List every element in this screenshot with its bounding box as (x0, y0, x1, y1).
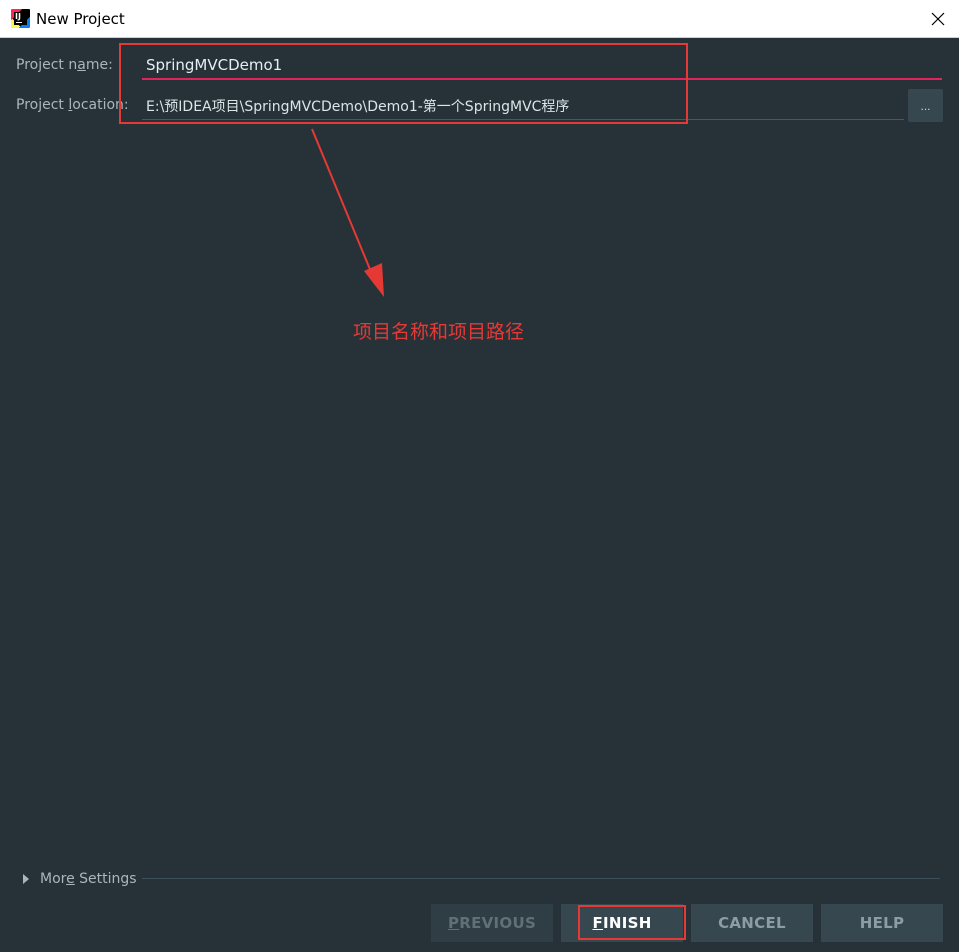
project-location-input[interactable]: E:\预IDEA项目\SpringMVCDemo\Demo1-第一个Spring… (142, 92, 904, 120)
previous-button[interactable]: P REVIOUS (431, 904, 553, 942)
cancel-button[interactable]: CANCEL (691, 904, 813, 942)
title-bar: IJ New Project (0, 0, 959, 38)
project-name-value: SpringMVCDemo1 (146, 56, 283, 74)
project-location-value: E:\预IDEA项目\SpringMVCDemo\Demo1-第一个Spring… (146, 99, 570, 115)
project-location-label: Project location: (16, 97, 129, 113)
browse-button[interactable]: ... (908, 89, 943, 122)
project-name-input[interactable]: SpringMVCDemo1 (142, 52, 942, 80)
close-icon (931, 12, 945, 26)
more-settings-label: More Settings (40, 871, 137, 887)
dialog-content: Project name: SpringMVCDemo1 Project loc… (0, 39, 959, 952)
window-title: New Project (36, 10, 125, 28)
intellij-idea-icon: IJ (11, 9, 30, 28)
triangle-right-icon (23, 874, 29, 884)
annotation-text: 项目名称和项目路径 (353, 321, 525, 343)
help-button[interactable]: HELP (821, 904, 943, 942)
more-settings-toggle[interactable]: More Settings (22, 869, 137, 889)
more-settings-divider (142, 878, 940, 879)
finish-button[interactable]: F INISH (561, 904, 683, 942)
project-name-label: Project name: (16, 57, 113, 73)
close-button[interactable] (927, 8, 949, 30)
annotation-arrow (311, 128, 384, 297)
